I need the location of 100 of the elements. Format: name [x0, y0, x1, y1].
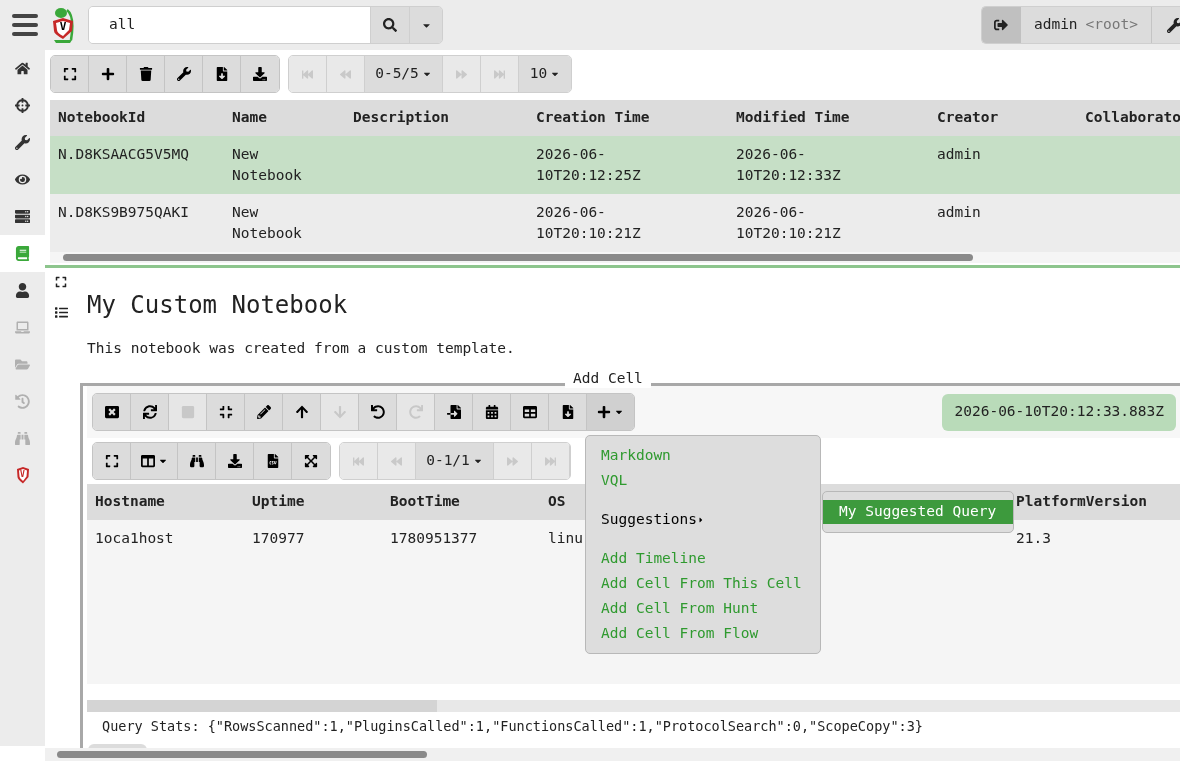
user-button[interactable]: admin <root> [1020, 7, 1152, 43]
table-cell: admin [937, 146, 981, 162]
column-header: Hostname [95, 493, 165, 510]
file-import-icon [446, 405, 461, 419]
scrollbar[interactable] [87, 700, 437, 712]
add-button[interactable] [89, 56, 127, 92]
table-cell: 1oca1host [95, 529, 174, 546]
wrench-icon [176, 67, 191, 81]
column-header: OS [548, 493, 566, 510]
menu-icon[interactable] [12, 14, 38, 36]
delete-button[interactable] [127, 56, 165, 92]
fast-backward-icon [353, 455, 364, 467]
logout-button[interactable] [981, 7, 1021, 43]
column-header: Creator [937, 109, 999, 126]
pencil-icon [256, 405, 271, 419]
notebook-title: My Custom Notebook [87, 290, 349, 320]
column-header: Collaborato [1085, 109, 1180, 126]
column-header: Creation Time [536, 109, 650, 126]
fast-forward-icon [494, 68, 505, 80]
fullscreen-button[interactable] [292, 443, 330, 479]
page-size-dropdown[interactable]: 10 [519, 56, 571, 92]
expand-icon [62, 67, 77, 81]
table-cell: 170977 [252, 529, 305, 546]
expand-button[interactable] [55, 276, 67, 288]
download-button[interactable] [241, 56, 279, 92]
column-header: Modified Time [736, 109, 850, 126]
calendar-button[interactable] [473, 394, 511, 430]
menu-item[interactable]: My Suggested Query [823, 500, 1013, 524]
undo-button[interactable] [359, 394, 397, 430]
move-up-button[interactable] [283, 394, 321, 430]
download-icon [227, 454, 242, 468]
page-range-dropdown[interactable]: 0-5/5 [365, 56, 443, 92]
table-cell: 2026-06-10T20:10:21Z [736, 204, 841, 241]
expand-button[interactable] [93, 443, 131, 479]
trash-icon [138, 67, 153, 81]
page-range-dropdown[interactable]: 0-1/1 [416, 443, 494, 479]
notebook-description: This notebook was created from a custom template. [87, 339, 516, 358]
refresh-icon [142, 405, 157, 419]
table-cell: 2026-06-10T20:12:25Z [536, 146, 641, 183]
file-download-icon [214, 67, 229, 81]
undo-icon [370, 405, 385, 419]
logo: V [51, 6, 75, 44]
settings-button[interactable] [165, 56, 203, 92]
expand-arrows-icon [304, 454, 318, 468]
expand-icon [55, 276, 67, 288]
column-header: Name [232, 109, 267, 126]
expand-button[interactable] [51, 56, 89, 92]
column-header: PlatformVersion [1016, 493, 1147, 510]
add-cell-button[interactable] [587, 394, 634, 430]
settings-button[interactable] [1152, 7, 1180, 43]
table-cell: 21.3 [1016, 529, 1051, 546]
table-cell: 2026-06-10T20:10:21Z [536, 204, 641, 241]
columns-button[interactable] [131, 443, 178, 479]
wrench-icon [1167, 17, 1180, 33]
backward-icon [340, 68, 351, 80]
compress-icon [218, 405, 233, 419]
forward-icon [507, 455, 518, 467]
list-button[interactable] [54, 306, 68, 319]
arrow-down-icon [332, 405, 347, 419]
scrollbar[interactable] [63, 254, 973, 261]
table-cell: 2026-06-10T20:12:33Z [736, 146, 841, 183]
fast-forward-icon [545, 455, 556, 467]
file-download-button[interactable] [549, 394, 587, 430]
close-button[interactable] [93, 394, 131, 430]
plus-icon [597, 405, 611, 419]
table-cell: 1780951377 [390, 529, 478, 546]
column-header: NotebookId [58, 109, 146, 126]
logout-icon [994, 18, 1009, 32]
arrow-up-icon [294, 405, 309, 419]
column-header: BootTime [390, 493, 460, 510]
stop-icon [180, 405, 195, 419]
table-cell: New Notebook [232, 204, 302, 241]
columns-icon [140, 454, 155, 468]
redo-icon [408, 405, 423, 419]
download-button[interactable] [216, 443, 254, 479]
refresh-button[interactable] [131, 394, 169, 430]
column-header: Description [353, 109, 450, 126]
close-icon [104, 405, 119, 419]
table-row[interactable]: N.D8KSAACG5V5MQ New Notebook 2026-06-10T20:12:25Z 2026-06-10T20:12:33Z admin [50, 136, 1180, 194]
search-button[interactable] [178, 443, 216, 479]
file-download-button[interactable] [203, 56, 241, 92]
timestamp-badge: 2026-06-10T20:12:33.883Z [942, 393, 1176, 431]
expand-icon [104, 454, 119, 468]
edit-button[interactable] [245, 394, 283, 430]
column-header: Uptime [252, 493, 305, 510]
download-icon [253, 67, 267, 81]
list-icon [54, 306, 68, 319]
table-cell: admin [937, 204, 981, 220]
csv-button[interactable] [254, 443, 292, 479]
backward-icon [391, 455, 402, 467]
import-button[interactable] [435, 394, 473, 430]
table-cell: New Notebook [232, 146, 302, 183]
table-cell: linu [548, 529, 583, 546]
table-row[interactable]: N.D8KS9B975QAKI New Notebook 2026-06-10T20:10:21Z 2026-06-10T20:10:21Z admin [50, 194, 1180, 252]
fast-backward-icon [302, 68, 313, 80]
table-cell: N.D8KS9B975QAKI [58, 204, 189, 220]
scrollbar[interactable] [57, 751, 427, 758]
table-button[interactable] [511, 394, 549, 430]
submenu-item[interactable]: Suggestions [586, 507, 721, 532]
collapse-button[interactable] [207, 394, 245, 430]
